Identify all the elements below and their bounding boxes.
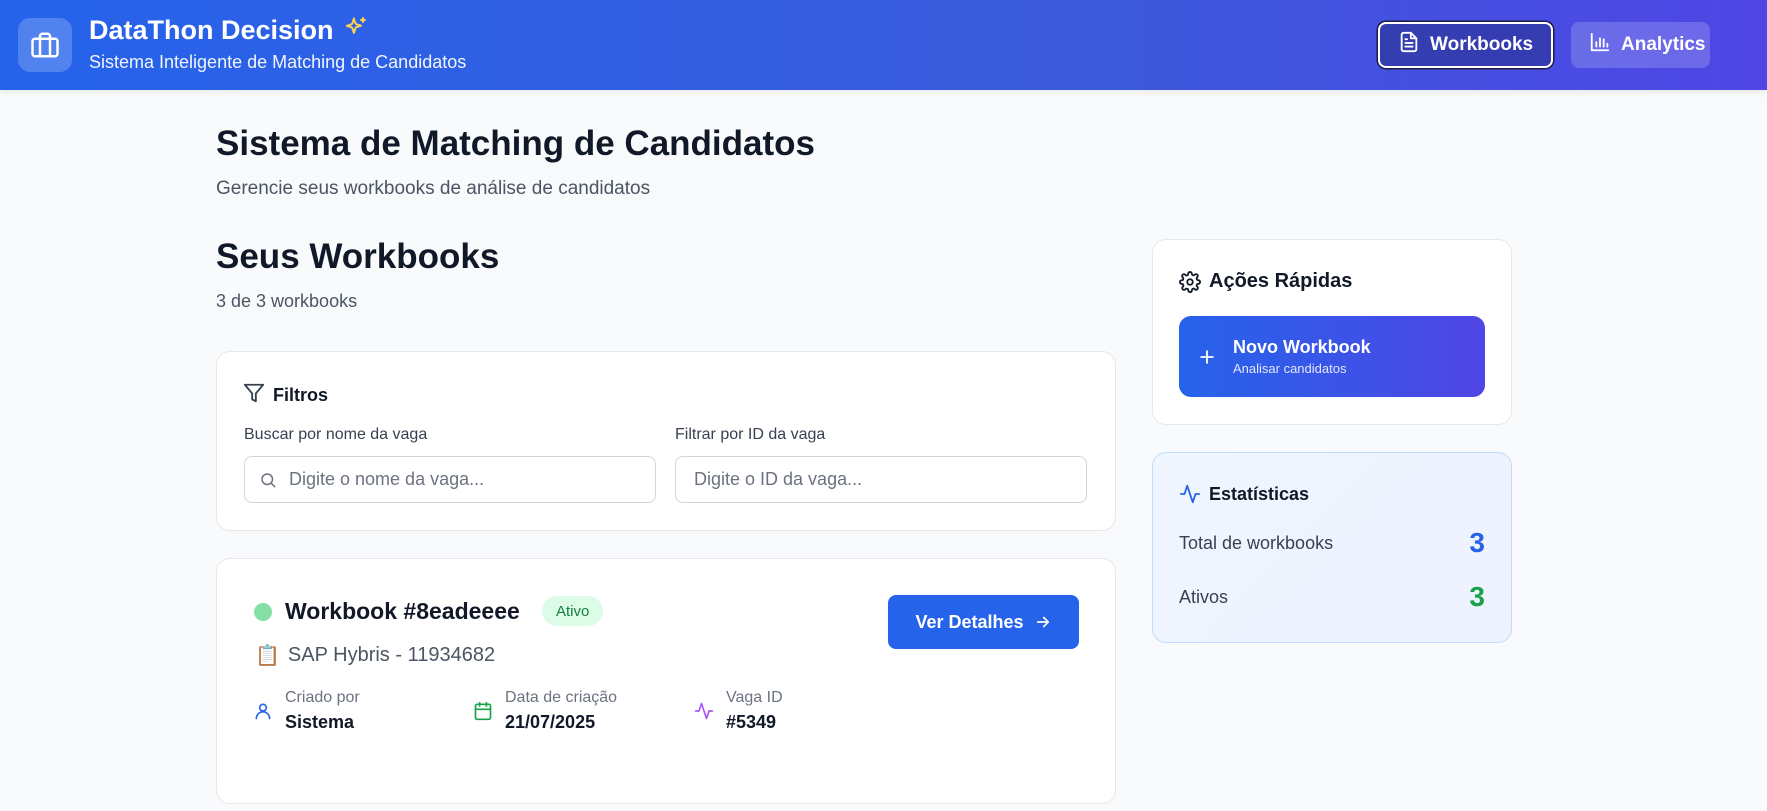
filters-heading: Filtros	[243, 382, 328, 409]
document-icon	[1398, 31, 1420, 59]
sparkles-icon	[344, 15, 368, 46]
vaga-id-value: #5349	[726, 712, 777, 732]
app-header: DataThon Decision Sistema Inteligente de…	[0, 0, 1767, 90]
created-date-value: 21/07/2025	[505, 712, 596, 732]
page-subtitle: Gerencie seus workbooks de análise de ca…	[216, 178, 651, 199]
filters-title: Filtros	[273, 385, 329, 405]
filters-card: Filtros Buscar por nome da vaga Filtrar …	[216, 351, 1116, 531]
quick-actions-card: Ações Rápidas Novo Workbook Analisar can…	[1152, 239, 1512, 425]
workbook-vaga-text: SAP Hybris - 11934682	[287, 644, 496, 666]
status-dot	[254, 603, 272, 621]
user-icon	[253, 701, 273, 733]
meta-created-date: Data de criação 21/07/2025	[473, 689, 617, 733]
stat-total: Total de workbooks 3	[1179, 527, 1485, 559]
vaga-id-label: Vaga ID	[726, 689, 783, 706]
filter-icon	[243, 382, 265, 409]
status-badge: Ativo	[542, 596, 604, 626]
stat-active-value: 3	[1469, 581, 1485, 612]
meta-created-by: Criado por Sistema	[253, 689, 360, 733]
quick-actions-title: Ações Rápidas	[1209, 270, 1353, 292]
created-by-value: Sistema	[285, 712, 355, 732]
activity-icon	[694, 701, 714, 733]
bar-chart-icon	[1589, 31, 1611, 59]
briefcase-icon	[18, 18, 72, 72]
search-icon	[259, 471, 277, 489]
quick-actions-heading: Ações Rápidas	[1179, 270, 1352, 293]
stat-active: Ativos 3	[1179, 581, 1485, 613]
app-title: DataThon Decision	[89, 15, 368, 46]
nav-workbooks-button[interactable]: Workbooks	[1378, 22, 1554, 68]
nav-workbooks-label: Workbooks	[1430, 34, 1534, 55]
new-workbook-button[interactable]: Novo Workbook Analisar candidatos	[1179, 316, 1485, 397]
id-filter-input[interactable]	[694, 469, 1086, 490]
workbook-title: Workbook #8eadeeee	[285, 598, 520, 624]
search-field[interactable]	[244, 456, 656, 503]
plus-icon	[1197, 347, 1217, 367]
search-label: Buscar por nome da vaga	[244, 426, 428, 443]
stat-active-label: Ativos	[1179, 586, 1229, 607]
created-by-label: Criado por	[285, 689, 360, 706]
section-title: Seus Workbooks	[216, 237, 500, 276]
stats-title: Estatísticas	[1209, 483, 1310, 504]
calendar-icon	[473, 701, 493, 733]
stat-total-label: Total de workbooks	[1179, 532, 1334, 553]
gear-icon	[1179, 270, 1201, 293]
workbook-vaga: 📋 SAP Hybris - 11934682	[255, 643, 495, 668]
id-filter-field[interactable]	[675, 456, 1087, 503]
nav-analytics-button[interactable]: Analytics	[1571, 22, 1710, 68]
workbook-count: 3 de 3 workbooks	[216, 291, 358, 311]
clipboard-icon: 📋	[255, 645, 280, 667]
activity-icon	[1179, 483, 1201, 505]
view-details-button[interactable]: Ver Detalhes	[888, 595, 1079, 649]
nav-analytics-label: Analytics	[1621, 34, 1706, 55]
new-workbook-label: Novo Workbook	[1233, 337, 1371, 357]
app-subtitle: Sistema Inteligente de Matching de Candi…	[89, 52, 467, 72]
workbook-card: Workbook #8eadeeee Ativo 📋 SAP Hybris - …	[216, 558, 1116, 804]
page-title: Sistema de Matching de Candidatos	[216, 124, 815, 163]
id-filter-label: Filtrar por ID da vaga	[675, 426, 826, 443]
search-input[interactable]	[289, 469, 655, 490]
view-details-label: Ver Detalhes	[915, 611, 1024, 632]
new-workbook-sublabel: Analisar candidatos	[1233, 361, 1347, 376]
app-title-text: DataThon Decision	[89, 15, 334, 45]
stat-total-value: 3	[1469, 527, 1485, 558]
arrow-right-icon	[1034, 613, 1052, 631]
created-date-label: Data de criação	[505, 689, 618, 706]
meta-vaga-id: Vaga ID #5349	[694, 689, 783, 733]
stats-heading: Estatísticas	[1179, 483, 1309, 505]
stats-card: Estatísticas Total de workbooks 3 Ativos…	[1152, 452, 1512, 643]
